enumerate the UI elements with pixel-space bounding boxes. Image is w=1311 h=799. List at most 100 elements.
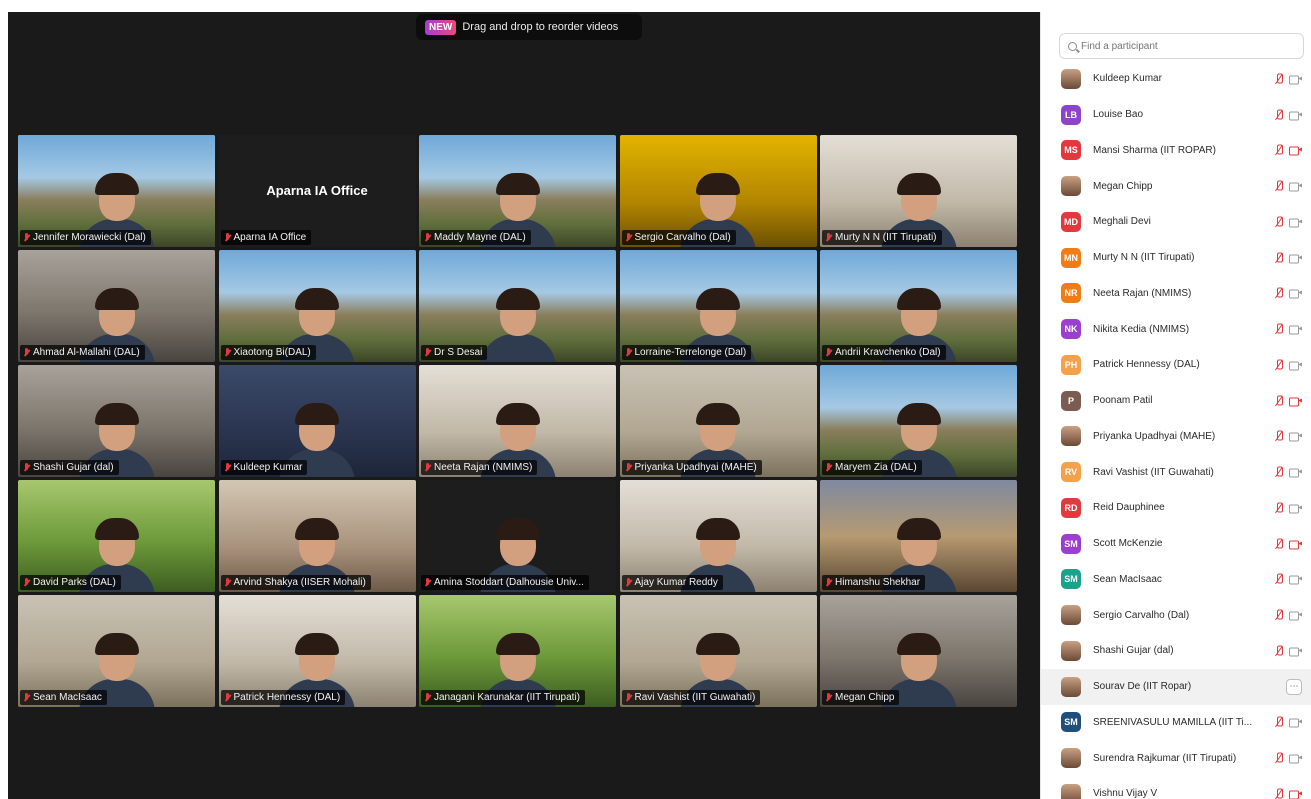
video-tile[interactable]: Shashi Gujar (dal) [18, 365, 215, 477]
participant-name-plate: Jennifer Morawiecki (Dal) [20, 230, 151, 245]
muted-mic-icon [1274, 180, 1283, 192]
video-tile[interactable]: Sergio Carvalho (Dal) [619, 135, 817, 247]
avatar: RV [1061, 462, 1081, 483]
participant-row[interactable]: SM Scott McKenzie [1041, 526, 1311, 562]
muted-mic-icon [224, 577, 231, 588]
participant-name: Kuldeep Kumar [233, 462, 303, 473]
participant-row[interactable]: NK Nikita Kedia (NMIMS) [1041, 311, 1311, 347]
participant-row[interactable]: Surendra Rajkumar (IIT Tirupati) [1041, 740, 1311, 776]
participant-row[interactable]: Megan Chipp [1041, 168, 1311, 204]
participant-name: Neeta Rajan (NMIMS) [1093, 287, 1192, 299]
avatar: MS [1061, 140, 1081, 161]
video-tile[interactable]: Murty N N (IIT Tirupati) [820, 135, 1017, 247]
video-tile[interactable]: Patrick Hennessy (DAL) [218, 595, 416, 707]
video-tile[interactable]: Kuldeep Kumar [218, 365, 416, 477]
participant-status-icons: ⋯ [1286, 678, 1302, 695]
participant-search-input[interactable] [1081, 40, 1281, 52]
avatar: PH [1061, 354, 1081, 375]
video-tile[interactable]: Aparna IA Office Aparna IA Office [218, 135, 416, 247]
video-tile[interactable]: Maddy Mayne (DAL) [419, 135, 616, 247]
video-tile[interactable]: Amina Stoddart (Dalhousie Univ... [419, 480, 616, 592]
muted-mic-icon [825, 462, 832, 473]
video-tile[interactable]: Ahmad Al-Mallahi (DAL) [18, 250, 215, 362]
muted-mic-icon [424, 462, 431, 473]
avatar: MD [1061, 211, 1081, 232]
participant-search-box[interactable] [1059, 33, 1304, 59]
muted-mic-icon [1274, 538, 1283, 549]
participant-name-plate: Dr S Desai [421, 345, 488, 360]
participant-row[interactable]: RD Reid Dauphinee [1041, 490, 1311, 526]
video-tile[interactable]: Lorraine-Terrelonge (Dal) [619, 250, 817, 362]
camera-off-name: Aparna IA Office [266, 183, 368, 198]
more-options-icon[interactable]: ⋯ [1286, 678, 1302, 695]
participant-name: Scott McKenzie [1093, 538, 1163, 550]
video-tile[interactable]: Arvind Shakya (IISER Mohali) [218, 480, 416, 592]
participant-row[interactable]: PH Patrick Hennessy (DAL) [1041, 347, 1311, 383]
participant-status-icons [1274, 323, 1302, 335]
participant-silhouette [476, 288, 560, 362]
participant-status-icons [1274, 609, 1302, 621]
video-tile[interactable]: Maryem Zia (DAL) [820, 365, 1017, 477]
participant-row[interactable]: P Poonam Patil [1041, 383, 1311, 419]
participant-name: Neeta Rajan (NMIMS) [434, 462, 533, 473]
video-off-icon [1289, 396, 1302, 407]
participant-name: Louise Bao [1093, 109, 1144, 121]
muted-mic-icon [1274, 716, 1283, 728]
participant-row[interactable]: SM Sean MacIsaac [1041, 562, 1311, 598]
video-tile[interactable]: Jennifer Morawiecki (Dal) [18, 135, 215, 247]
muted-mic-icon [625, 232, 632, 243]
participant-row[interactable]: MN Murty N N (IIT Tirupati) [1041, 240, 1311, 276]
video-tile[interactable]: David Parks (DAL) [18, 480, 215, 592]
participant-name: Jennifer Morawiecki (Dal) [33, 232, 146, 243]
video-tile[interactable]: Ravi Vashist (IIT Guwahati) [619, 595, 817, 707]
participant-name: Shashi Gujar (dal) [1093, 645, 1174, 657]
avatar [1061, 783, 1081, 799]
participant-name-plate: Patrick Hennessy (DAL) [220, 690, 346, 705]
participant-row[interactable]: Sourav De (IIT Ropar) ⋯ [1041, 668, 1311, 705]
video-camera-icon [1289, 718, 1302, 728]
participant-name: Sergio Carvalho (Dal) [634, 232, 731, 243]
participant-status-icons [1274, 252, 1302, 264]
participant-status-icons [1274, 788, 1302, 799]
participant-name: Nikita Kedia (NMIMS) [1093, 323, 1190, 335]
video-tile[interactable]: Megan Chipp [820, 595, 1017, 707]
participant-row[interactable]: MS Mansi Sharma (IIT ROPAR) [1041, 133, 1311, 169]
participant-row[interactable]: LB Louise Bao [1041, 97, 1311, 133]
video-tile[interactable]: Sean MacIsaac [18, 595, 215, 707]
muted-mic-icon [625, 692, 632, 703]
participant-row[interactable]: Shashi Gujar (dal) [1041, 633, 1311, 669]
participant-status-icons [1274, 752, 1302, 764]
video-tile[interactable]: Himanshu Shekhar [820, 480, 1017, 592]
participant-row[interactable]: RV Ravi Vashist (IIT Guwahati) [1041, 454, 1311, 490]
participant-name: David Parks (DAL) [33, 577, 116, 588]
participant-row[interactable]: MD Meghali Devi [1041, 204, 1311, 240]
participant-row[interactable]: Vishnu Vijay V [1041, 776, 1311, 799]
participant-name-plate: Shashi Gujar (dal) [20, 460, 119, 475]
participant-row[interactable]: Priyanka Upadhyai (MAHE) [1041, 419, 1311, 455]
video-tile[interactable]: Ajay Kumar Reddy [619, 480, 817, 592]
video-camera-icon [1289, 646, 1302, 657]
banner-text: Drag and drop to reorder videos [462, 21, 619, 33]
participant-name: SREENIVASULU MAMILLA (IIT Ti... [1093, 716, 1253, 728]
participant-status-icons [1274, 645, 1302, 657]
video-camera-icon [1289, 182, 1302, 192]
video-tile[interactable]: Priyanka Upadhyai (MAHE) [619, 365, 817, 477]
video-tile[interactable]: Andrii Kravchenko (Dal) [820, 250, 1017, 362]
video-tile[interactable]: Dr S Desai [419, 250, 616, 362]
video-camera-icon [1289, 253, 1302, 264]
muted-mic-icon [1274, 252, 1283, 263]
video-camera-icon [1289, 503, 1302, 514]
avatar [1061, 640, 1081, 661]
muted-mic-icon [1274, 216, 1283, 227]
muted-mic-icon [23, 692, 30, 703]
video-tile[interactable]: Xiaotong Bi(DAL) [218, 250, 416, 362]
participant-row[interactable]: Sergio Carvalho (Dal) [1041, 597, 1311, 633]
participant-name: Ravi Vashist (IIT Guwahati) [634, 692, 756, 703]
video-tile[interactable]: Janagani Karunakar (IIT Tirupati) [419, 595, 616, 707]
video-camera-icon [1289, 74, 1302, 85]
participant-row[interactable]: SM SREENIVASULU MAMILLA (IIT Ti... [1041, 705, 1311, 741]
avatar: MN [1061, 247, 1081, 268]
participant-row[interactable]: Kuldeep Kumar [1041, 61, 1311, 97]
participant-row[interactable]: NR Neeta Rajan (NMIMS) [1041, 276, 1311, 312]
video-tile[interactable]: Neeta Rajan (NMIMS) [419, 365, 616, 477]
